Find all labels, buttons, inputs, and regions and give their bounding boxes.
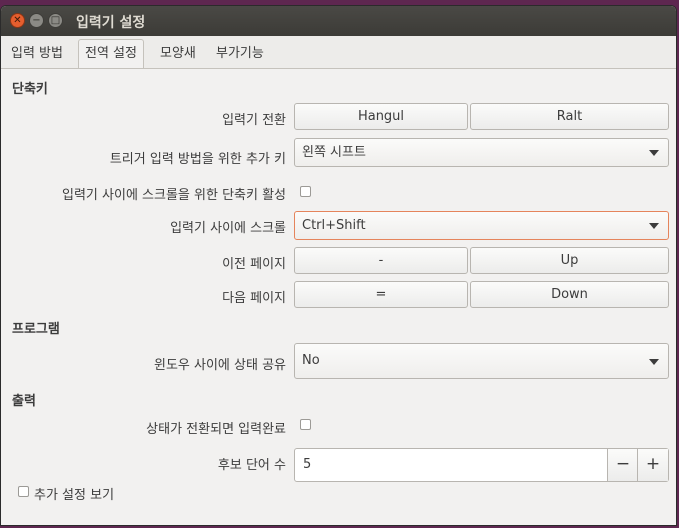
- tab-global-config[interactable]: 전역 설정: [78, 39, 144, 68]
- dropdown-arrow-icon: [649, 150, 659, 156]
- extra-trigger-key-label: 트리거 입력 방법을 위한 추가 키: [109, 152, 286, 167]
- prev-page-key2-button[interactable]: Up: [470, 247, 669, 274]
- next-page-label: 다음 페이지: [222, 291, 286, 306]
- settings-window: ✕ − □ 입력기 설정 입력 방법 전역 설정 모양새 부가기능 단축키 입력…: [0, 5, 677, 526]
- tab-bar: 입력 방법 전역 설정 모양새 부가기능: [1, 36, 676, 69]
- tab-appearance[interactable]: 모양새: [154, 40, 202, 68]
- section-header-output: 출력: [12, 394, 36, 409]
- candidate-word-count-label: 후보 단어 수: [217, 458, 286, 473]
- window-title: 입력기 설정: [76, 15, 146, 31]
- share-state-combo[interactable]: No: [294, 343, 669, 379]
- share-state-label: 윈도우 사이에 상태 공유: [154, 358, 286, 373]
- scroll-between-combo[interactable]: Ctrl+Shift: [294, 211, 669, 240]
- section-header-program: 프로그램: [12, 322, 60, 337]
- candidate-word-count-value[interactable]: 5: [303, 457, 311, 472]
- close-window-button[interactable]: ✕: [10, 13, 25, 28]
- section-header-shortcuts: 단축키: [12, 82, 48, 97]
- show-advanced-checkbox[interactable]: [18, 486, 29, 497]
- prev-page-key1-button[interactable]: -: [294, 247, 468, 274]
- toggle-key1-button[interactable]: Hangul: [294, 103, 468, 130]
- toggle-input-method-label: 입력기 전환: [222, 113, 286, 128]
- extra-trigger-key-combo[interactable]: 왼쪽 시프트: [294, 138, 669, 167]
- tab-input-method[interactable]: 입력 방법: [5, 40, 69, 68]
- increment-button[interactable]: +: [637, 449, 668, 481]
- share-state-value: No: [302, 353, 320, 368]
- scroll-between-value: Ctrl+Shift: [302, 218, 366, 233]
- enable-scroll-hotkey-checkbox[interactable]: [300, 186, 311, 197]
- extra-trigger-key-value: 왼쪽 시프트: [302, 145, 366, 160]
- dropdown-arrow-icon: [649, 223, 659, 229]
- prev-page-label: 이전 페이지: [222, 257, 286, 272]
- maximize-window-button[interactable]: □: [48, 13, 63, 28]
- show-advanced-label: 추가 설정 보기: [34, 488, 115, 503]
- minimize-window-button[interactable]: −: [29, 13, 44, 28]
- next-page-key1-button[interactable]: =: [294, 281, 468, 308]
- dropdown-arrow-icon: [649, 359, 659, 365]
- enable-scroll-hotkey-label: 입력기 사이에 스크롤을 위한 단축키 활성: [62, 188, 286, 203]
- commit-on-switch-checkbox[interactable]: [300, 419, 311, 430]
- decrement-button[interactable]: −: [607, 449, 638, 481]
- candidate-word-count-spinner[interactable]: 5 − +: [294, 448, 669, 482]
- commit-on-switch-label: 상태가 전환되면 입력완료: [146, 422, 286, 437]
- toggle-key2-button[interactable]: Ralt: [470, 103, 669, 130]
- scroll-between-label: 입력기 사이에 스크롤: [170, 221, 286, 236]
- next-page-key2-button[interactable]: Down: [470, 281, 669, 308]
- tab-addons[interactable]: 부가기능: [210, 40, 270, 68]
- title-bar: ✕ − □ 입력기 설정: [1, 6, 676, 36]
